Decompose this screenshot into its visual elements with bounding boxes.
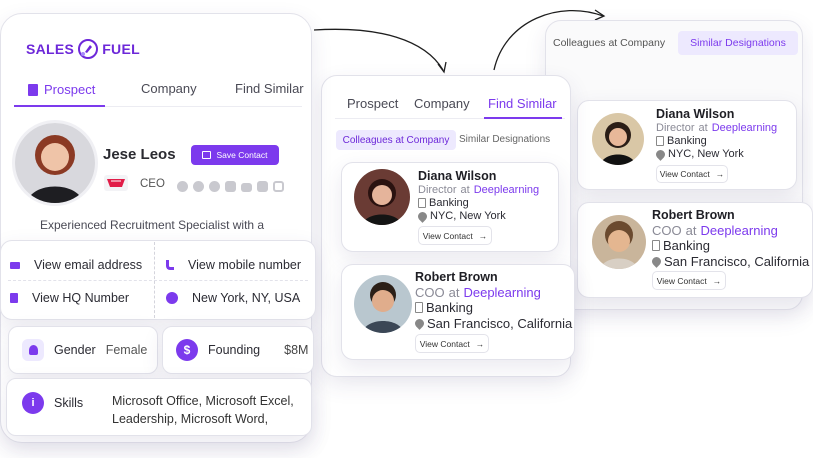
founding-field: $ Founding $8M bbox=[176, 339, 308, 361]
right-person-card-2: Robert Brown COO at Deeplearning Banking S… bbox=[577, 202, 813, 298]
person-name: Diana Wilson bbox=[656, 107, 735, 121]
view-contact-button[interactable]: View Contact → bbox=[418, 226, 492, 245]
person-role: Director at Deeplearning bbox=[418, 184, 540, 196]
person-role: COO at Deeplearning bbox=[652, 223, 778, 238]
person-role: Director at Deeplearning bbox=[656, 122, 778, 134]
arrow-right-icon: → bbox=[475, 338, 485, 349]
arrow-right-icon: → bbox=[712, 275, 722, 286]
mail-icon bbox=[10, 261, 20, 269]
person-industry: Banking bbox=[656, 135, 707, 147]
location-field: New York, NY, USA bbox=[166, 291, 300, 305]
mid-tab-find-similar[interactable]: Find Similar bbox=[488, 96, 557, 111]
person-role: COO at Deeplearning bbox=[415, 285, 541, 300]
subtab-colleagues[interactable]: Colleagues at Company bbox=[553, 37, 665, 49]
avatar bbox=[592, 113, 644, 165]
contact-divider-horizontal bbox=[8, 280, 308, 281]
view-mobile-button[interactable]: View mobile number bbox=[166, 258, 301, 272]
building-icon bbox=[28, 83, 38, 96]
avatar bbox=[354, 275, 412, 333]
right-subtabs: Colleagues at Company Similar Designatio… bbox=[548, 31, 800, 55]
user-icon bbox=[22, 339, 44, 361]
skills-value: Microsoft Office, Microsoft Excel, Leade… bbox=[112, 394, 294, 426]
mid-subtab-colleagues[interactable]: Colleagues at Company bbox=[336, 130, 456, 150]
person-location: San Francisco, California bbox=[650, 254, 809, 269]
location-pin-icon bbox=[166, 292, 178, 304]
person-name: Robert Brown bbox=[652, 208, 735, 222]
view-email-button[interactable]: View email address bbox=[10, 258, 142, 272]
view-contact-button[interactable]: View Contact → bbox=[656, 165, 728, 183]
view-hq-number-button[interactable]: View HQ Number bbox=[10, 291, 129, 305]
location-pin-icon bbox=[654, 147, 667, 161]
person-location: NYC, New York bbox=[654, 147, 744, 161]
building-icon bbox=[10, 293, 18, 303]
person-location: San Francisco, California bbox=[413, 316, 572, 331]
profile-title: CEO bbox=[140, 178, 165, 190]
person-industry: Banking bbox=[415, 300, 473, 315]
profile-name: Jese Leos bbox=[103, 146, 176, 163]
mid-person-card-1: Diana Wilson Director at Deeplearning Bank… bbox=[341, 162, 559, 252]
facebook-icon[interactable] bbox=[177, 181, 188, 192]
person-industry: Banking bbox=[418, 197, 469, 209]
profile-avatar bbox=[12, 120, 98, 206]
arrow-right-icon: → bbox=[478, 230, 488, 241]
view-contact-button[interactable]: View Contact → bbox=[652, 271, 726, 290]
skype-icon[interactable] bbox=[209, 181, 220, 192]
tab-company[interactable]: Company bbox=[141, 81, 197, 96]
building-icon bbox=[652, 240, 660, 251]
building-icon bbox=[418, 198, 426, 208]
arrow-right-icon: → bbox=[715, 169, 725, 179]
rocket-icon bbox=[77, 38, 99, 60]
person-location: NYC, New York bbox=[416, 209, 506, 223]
building-icon bbox=[656, 136, 664, 146]
right-person-card-1: Diana Wilson Director at Deeplearning Bank… bbox=[577, 100, 797, 190]
person-industry: Banking bbox=[652, 238, 710, 253]
save-icon bbox=[202, 151, 212, 159]
avatar bbox=[354, 169, 410, 225]
location-pin-icon bbox=[650, 255, 663, 268]
location-pin-icon bbox=[416, 209, 429, 223]
twitter-icon[interactable] bbox=[225, 181, 236, 192]
tab-find-similar[interactable]: Find Similar bbox=[235, 81, 304, 96]
youtube-icon[interactable] bbox=[241, 182, 252, 192]
mid-person-card-2: Robert Brown COO at Deeplearning Banking S… bbox=[341, 264, 575, 360]
mid-tab-company[interactable]: Company bbox=[414, 96, 470, 111]
mid-tab-prospect[interactable]: Prospect bbox=[347, 96, 398, 111]
info-icon: i bbox=[22, 392, 44, 414]
github-icon[interactable] bbox=[257, 181, 268, 192]
salesfuel-logo: SALES FUEL bbox=[26, 38, 140, 60]
dollar-icon: $ bbox=[176, 339, 198, 361]
instagram-icon[interactable] bbox=[273, 181, 284, 192]
save-contact-button[interactable]: Save Contact bbox=[191, 145, 279, 165]
social-icons bbox=[177, 181, 284, 192]
main-tab-underline bbox=[14, 105, 105, 107]
view-contact-button[interactable]: View Contact → bbox=[415, 334, 489, 353]
google-icon[interactable] bbox=[193, 181, 204, 192]
person-name: Robert Brown bbox=[415, 270, 498, 284]
avatar bbox=[592, 215, 646, 269]
gender-field: Gender Female bbox=[22, 339, 147, 361]
subtab-similar-designations[interactable]: Similar Designations bbox=[678, 31, 798, 55]
location-pin-icon bbox=[413, 317, 426, 330]
person-name: Diana Wilson bbox=[418, 169, 497, 183]
profile-bio: Experienced Recruitment Specialist with … bbox=[40, 218, 265, 232]
mid-tab-underline bbox=[484, 117, 562, 119]
tab-prospect[interactable]: Prospect bbox=[28, 82, 95, 97]
company-logo bbox=[104, 175, 128, 191]
skills-label: i Skills bbox=[22, 392, 83, 414]
mid-subtab-similar[interactable]: Similar Designations bbox=[459, 134, 550, 145]
building-icon bbox=[415, 302, 423, 313]
phone-icon bbox=[166, 260, 174, 270]
